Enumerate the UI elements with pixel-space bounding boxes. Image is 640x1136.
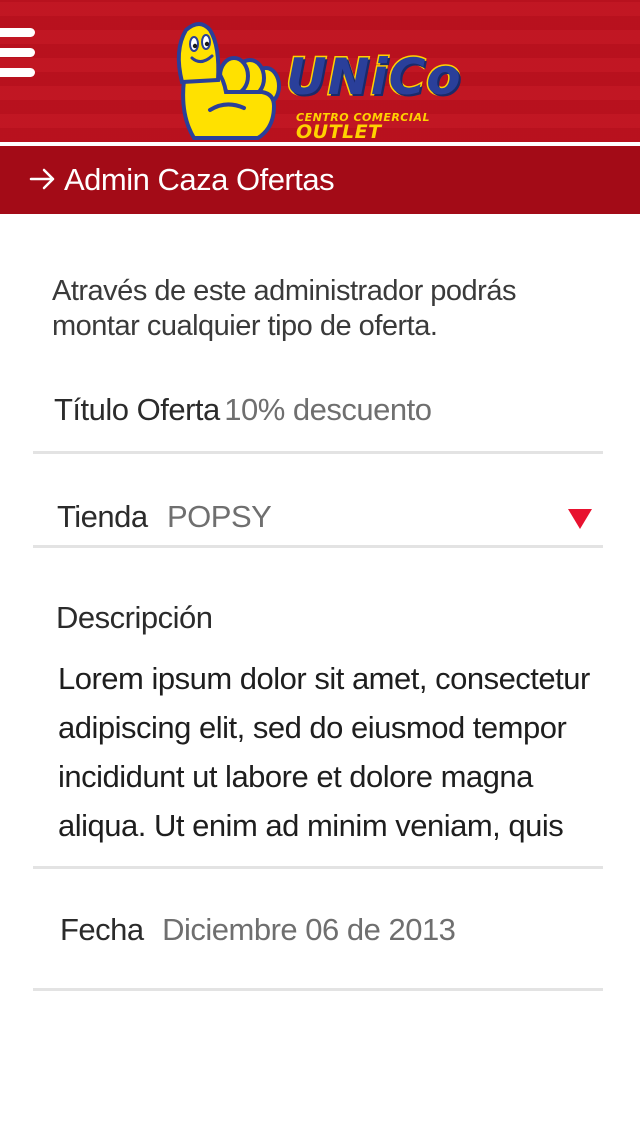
divider <box>33 988 603 991</box>
menu-bar <box>0 48 35 57</box>
app-header: UNiCo CENTRO COMERCIAL OUTLET <box>0 0 640 142</box>
divider <box>33 451 603 454</box>
section-title-bar: Admin Caza Ofertas <box>0 142 640 214</box>
logo-tagline-outlet: OUTLET <box>296 121 382 142</box>
thumbs-up-mascot-icon <box>176 22 281 140</box>
date-label: Fecha <box>60 912 144 947</box>
unico-logo[interactable]: UNiCo CENTRO COMERCIAL OUTLET <box>170 20 480 142</box>
offer-title-input[interactable]: 10% descuento <box>224 392 432 427</box>
description-label: Descripción <box>56 600 213 635</box>
divider <box>33 545 603 548</box>
date-field[interactable]: Fecha Diciembre 06 de 2013 <box>60 908 456 958</box>
arrow-right-icon <box>29 168 55 190</box>
offer-title-label: Título Oferta <box>54 392 220 427</box>
menu-bar <box>0 68 35 77</box>
store-label: Tienda <box>57 499 148 534</box>
dropdown-triangle-icon[interactable] <box>567 508 593 530</box>
description-textarea[interactable]: Lorem ipsum dolor sit amet, consectetur … <box>58 654 598 850</box>
store-selected-value[interactable]: POPSY <box>167 495 272 539</box>
store-select[interactable]: Tienda POPSY <box>33 490 603 544</box>
intro-text: Através de este administrador podrás mon… <box>52 275 516 342</box>
logo-wordmark: UNiCo <box>285 48 463 106</box>
hamburger-menu-icon[interactable] <box>0 28 40 80</box>
page-title: Admin Caza Ofertas <box>64 162 335 197</box>
divider <box>33 866 603 869</box>
offer-title-field[interactable]: Título Oferta 10% descuento <box>54 388 432 438</box>
logo-tagline: CENTRO COMERCIAL OUTLET <box>296 112 480 142</box>
date-value[interactable]: Diciembre 06 de 2013 <box>162 912 456 947</box>
menu-bar <box>0 28 35 37</box>
